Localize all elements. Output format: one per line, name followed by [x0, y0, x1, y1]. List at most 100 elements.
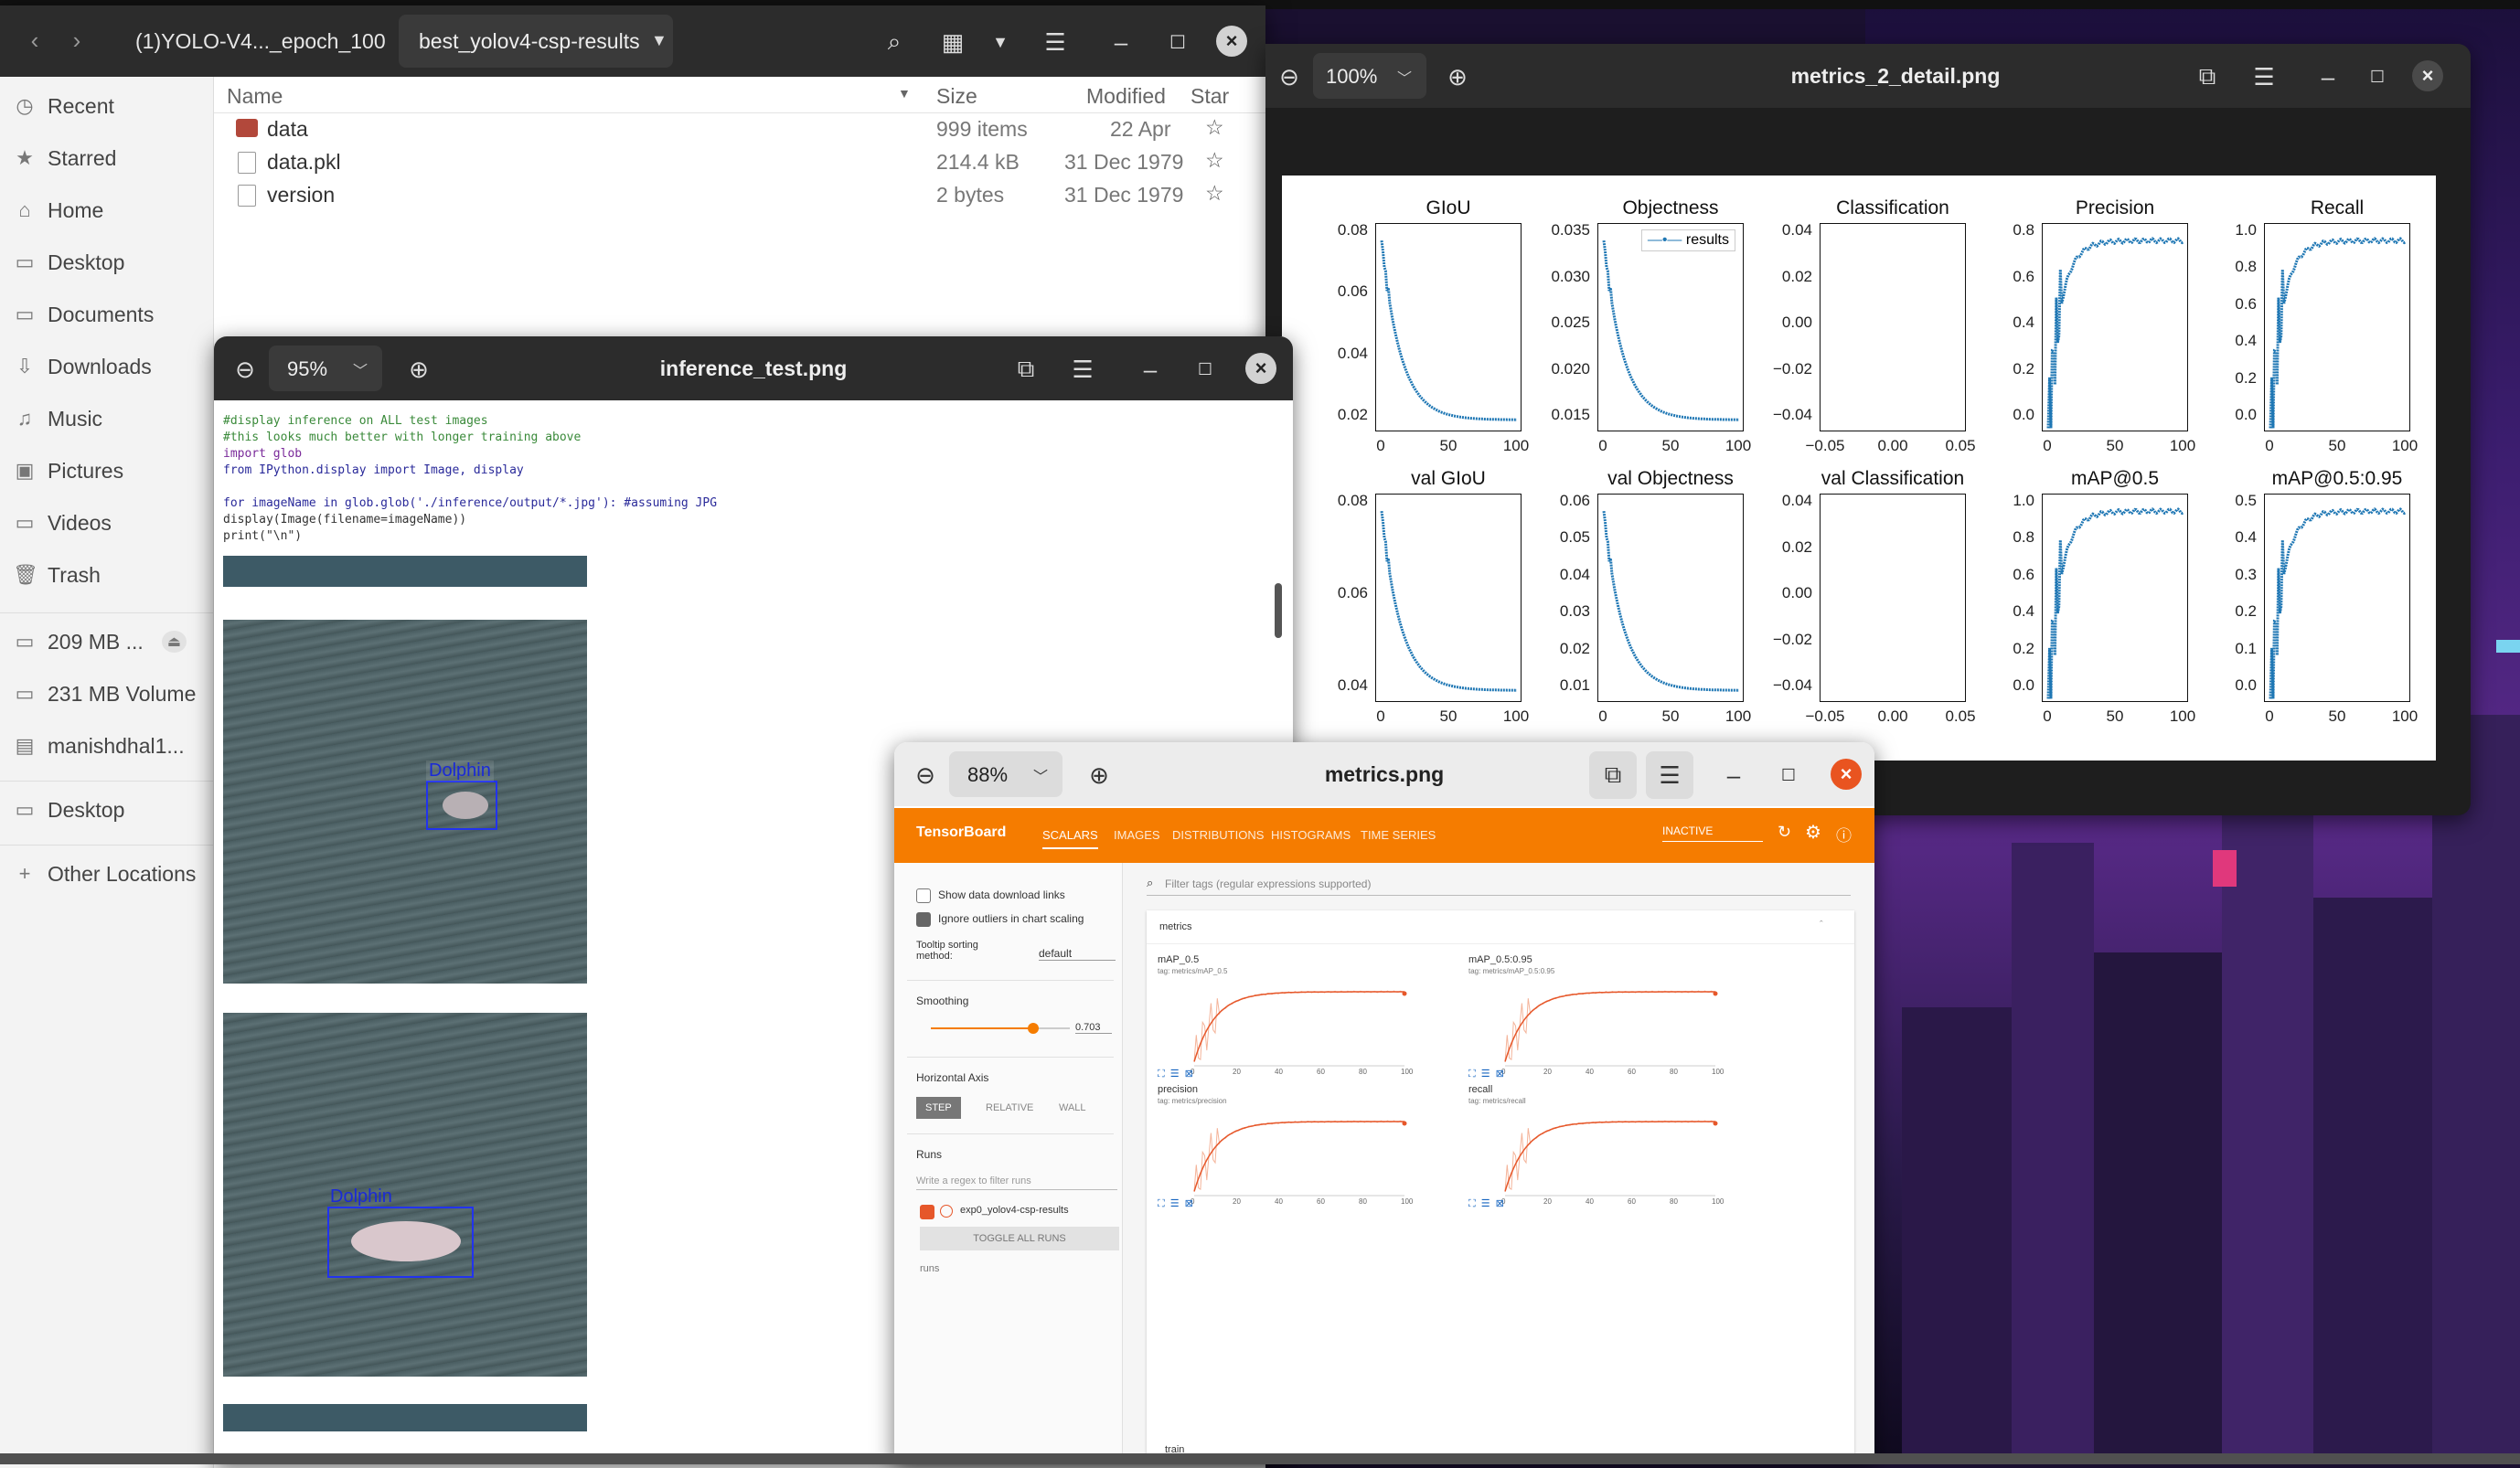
maximize-button[interactable]: ☐ [1181, 346, 1229, 393]
view-grid-button[interactable]: ▦ [929, 18, 977, 66]
column-modified[interactable]: Modified [1086, 84, 1166, 109]
series-line [2046, 237, 2184, 429]
search-button[interactable]: ⌕ [870, 18, 918, 66]
y-tick-label: 0.03 [1559, 602, 1590, 621]
show-download-checkbox[interactable] [916, 888, 931, 903]
sidebar-item-volume-209[interactable]: ▭ 209 MB ... ⏏ [13, 623, 187, 660]
maximize-button[interactable]: ☐ [1765, 751, 1812, 799]
minimize-button[interactable]: – [1710, 751, 1757, 799]
sidebar-item-downloads[interactable]: ⇩ Downloads [13, 348, 152, 385]
gear-icon[interactable]: ⚙ [1805, 821, 1821, 844]
sidebar-item-other-locations[interactable]: + Other Locations [13, 856, 197, 892]
dolphin-shape [443, 792, 488, 819]
sidebar-item-desktop[interactable]: ▭ Desktop [13, 244, 125, 281]
sidebar-item-home[interactable]: ⌂ Home [13, 192, 103, 229]
menu-button[interactable]: ☰ [1646, 751, 1693, 799]
y-tick-label: 0.0 [2013, 676, 2034, 694]
minimize-button[interactable]: – [1097, 18, 1145, 66]
x-tick-label: 60 [1317, 1068, 1325, 1076]
sidebar-item-music[interactable]: ♫ Music [13, 400, 102, 437]
data-toggle-icon[interactable]: ☰ [1481, 1069, 1490, 1080]
code-line: #display inference on ALL test images [223, 414, 488, 428]
tab-time-series[interactable]: TIME SERIES [1361, 828, 1436, 842]
menu-button[interactable]: ☰ [2240, 53, 2288, 101]
fit-domain-icon[interactable]: ⊠ [1496, 1069, 1504, 1080]
tab-histograms[interactable]: HISTOGRAMS [1271, 828, 1351, 842]
expand-icon[interactable]: ⛶ [1158, 1198, 1165, 1209]
star-icon[interactable]: ☆ [1205, 115, 1224, 140]
list-item[interactable]: data.pkl 214.4 kB 31 Dec 1979 ☆ [214, 146, 1265, 179]
fullscreen-button[interactable]: ⧉ [2184, 53, 2231, 101]
status-dropdown[interactable]: INACTIVE [1662, 824, 1763, 842]
refresh-icon[interactable]: ↻ [1778, 823, 1791, 842]
path-segment-parent[interactable]: (1)YOLO-V4..._epoch_100 [117, 22, 404, 60]
expand-icon[interactable]: ⛶ [1158, 1069, 1165, 1080]
close-button[interactable]: × [1831, 759, 1862, 790]
star-icon[interactable]: ☆ [1205, 148, 1224, 173]
group-title[interactable]: metrics [1159, 921, 1191, 932]
toggle-all-runs-button[interactable]: TOGGLE ALL RUNS [920, 1227, 1119, 1250]
column-size[interactable]: Size [936, 84, 977, 109]
series-line [2269, 237, 2407, 429]
chevron-up-icon[interactable]: ˆ [1820, 920, 1823, 931]
smoothing-input[interactable]: 0.703 [1075, 1022, 1112, 1034]
haxis-relative-button[interactable]: RELATIVE [986, 1102, 1033, 1113]
y-tick-label: 0.020 [1551, 359, 1590, 378]
close-button[interactable]: × [1216, 26, 1247, 57]
help-icon[interactable]: ⓘ [1836, 823, 1852, 846]
list-item[interactable]: data 999 items 22 Apr ☆ [214, 113, 1265, 146]
fit-domain-icon[interactable]: ⊠ [1185, 1069, 1193, 1080]
minimize-button[interactable]: – [2304, 53, 2352, 101]
expand-icon[interactable]: ⛶ [1468, 1069, 1476, 1080]
smoothing-slider-handle[interactable] [1028, 1023, 1039, 1034]
plot-panel [2042, 223, 2188, 431]
star-icon[interactable]: ☆ [1205, 181, 1224, 206]
tab-images[interactable]: IMAGES [1114, 828, 1160, 842]
menu-button[interactable]: ☰ [1031, 18, 1079, 66]
tab-scalars[interactable]: SCALARS [1042, 828, 1098, 849]
tab-distributions[interactable]: DISTRIBUTIONS [1172, 828, 1264, 842]
scrollbar[interactable] [1275, 583, 1282, 638]
data-toggle-icon[interactable]: ☰ [1481, 1198, 1490, 1209]
forward-button[interactable]: › [53, 16, 101, 64]
tag-filter-input[interactable]: ⌕ Filter tags (regular expressions suppo… [1147, 874, 1851, 896]
sidebar-item-starred[interactable]: ★ Starred [13, 140, 116, 176]
maximize-button[interactable]: ☐ [1154, 18, 1201, 66]
fit-domain-icon[interactable]: ⊠ [1496, 1198, 1504, 1209]
sidebar-item-desktop-2[interactable]: ▭ Desktop [13, 792, 125, 828]
maximize-button[interactable]: ☐ [2354, 53, 2401, 101]
sidebar-item-pictures[interactable]: ▣ Pictures [13, 452, 124, 489]
run-checkbox[interactable] [920, 1205, 934, 1219]
tooltip-select[interactable]: default [1039, 947, 1116, 961]
x-tick-label: 100 [2391, 707, 2419, 725]
sidebar-item-volume-231[interactable]: ▭ 231 MB Volume [13, 675, 197, 712]
back-button[interactable]: ‹ [11, 16, 59, 64]
sidebar-item-network[interactable]: ▤ manishdhal1... [13, 728, 185, 764]
sidebar-item-trash[interactable]: 🗑 Trash [13, 557, 101, 593]
close-button[interactable]: × [1245, 353, 1276, 384]
column-name[interactable]: Name [227, 84, 283, 109]
haxis-step-button[interactable]: STEP [916, 1097, 961, 1119]
minimize-button[interactable]: – [1127, 346, 1174, 393]
column-star[interactable]: Star [1191, 84, 1229, 109]
expand-icon[interactable]: ⛶ [1468, 1198, 1476, 1209]
close-button[interactable]: × [2412, 60, 2443, 91]
path-segment-current[interactable]: best_yolov4-csp-results ▼ [399, 15, 673, 68]
view-options-button[interactable]: ▼ [977, 18, 1024, 66]
sidebar-item-documents[interactable]: ▭ Documents [13, 296, 155, 333]
eject-icon[interactable]: ⏏ [161, 631, 187, 653]
ignore-outliers-checkbox[interactable] [916, 912, 931, 927]
fullscreen-button[interactable]: ⧉ [1589, 751, 1637, 799]
menu-button[interactable]: ☰ [1059, 346, 1106, 393]
sidebar-item-videos[interactable]: ▭ Videos [13, 505, 112, 541]
detection-label: Dolphin [426, 761, 494, 782]
data-toggle-icon[interactable]: ☰ [1170, 1198, 1180, 1209]
list-item[interactable]: version 2 bytes 31 Dec 1979 ☆ [214, 179, 1265, 212]
sidebar-item-recent[interactable]: ◷ Recent [13, 88, 113, 124]
card-actions: ⛶ ☰ ⊠ [1468, 1197, 1510, 1210]
haxis-wall-button[interactable]: WALL [1059, 1102, 1086, 1113]
fullscreen-button[interactable]: ⧉ [1002, 346, 1050, 393]
data-toggle-icon[interactable]: ☰ [1170, 1069, 1180, 1080]
fit-domain-icon[interactable]: ⊠ [1185, 1198, 1193, 1209]
runs-filter-input[interactable]: Write a regex to filter runs [916, 1175, 1117, 1190]
